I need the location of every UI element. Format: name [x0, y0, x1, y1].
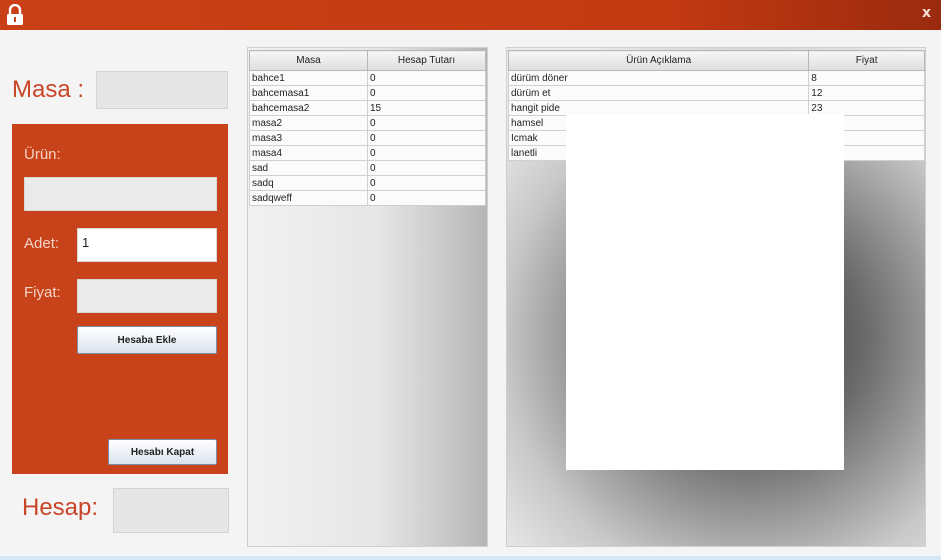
table-row[interactable]: sadqweff 0 — [249, 190, 486, 206]
table-cell-masa: bahcemasa1 — [249, 85, 368, 101]
table-cell-tutar: 0 — [367, 85, 486, 101]
table-cell-tutar: 0 — [367, 70, 486, 86]
close-bill-button[interactable]: Hesabı Kapat — [108, 439, 217, 465]
urun-field[interactable] — [24, 177, 217, 211]
products-grid-header: Ürün Açıklama Fiyat — [507, 50, 925, 71]
adet-label: Adet: — [24, 235, 60, 252]
table-cell-urun: dürüm döner — [507, 70, 810, 86]
masa-label: Masa : — [12, 76, 85, 103]
table-row[interactable]: dürüm döner 8 — [507, 70, 925, 86]
table-row[interactable]: bahcemasa2 15 — [249, 100, 486, 116]
table-cell-tutar: 15 — [367, 100, 486, 116]
table-row[interactable]: masa4 0 — [249, 145, 486, 161]
table-cell-tutar: 0 — [367, 190, 486, 206]
table-cell-urun: dürüm et — [507, 85, 810, 101]
tables-grid-panel: Masa Hesap Tutarı bahce1 0 bahcemasa1 0 ba… — [247, 47, 488, 547]
table-row[interactable]: masa2 0 — [249, 115, 486, 131]
masa-field[interactable] — [96, 71, 228, 109]
table-cell-tutar: 0 — [367, 115, 486, 131]
column-header-masa[interactable]: Masa — [249, 50, 368, 71]
table-cell-masa: sad — [249, 160, 368, 176]
adet-field[interactable]: 1 — [77, 228, 217, 262]
table-cell-masa: bahcemasa2 — [249, 100, 368, 116]
window-bottom-border — [0, 556, 941, 560]
table-row[interactable]: masa3 0 — [249, 130, 486, 146]
table-cell-masa: sadq — [249, 175, 368, 191]
table-cell-masa: bahce1 — [249, 70, 368, 86]
tables-grid-header: Masa Hesap Tutarı — [249, 50, 486, 71]
table-cell-fiyat: 8 — [808, 70, 925, 86]
table-cell-tutar: 0 — [367, 160, 486, 176]
table-cell-masa: masa3 — [249, 130, 368, 146]
table-cell-tutar: 0 — [367, 145, 486, 161]
table-row[interactable]: sadq 0 — [249, 175, 486, 191]
column-header-fiyat[interactable]: Fiyat — [808, 50, 925, 71]
add-to-bill-button[interactable]: Hesaba Ekle — [77, 326, 217, 354]
column-header-urun-aciklama[interactable]: Ürün Açıklama — [507, 50, 810, 71]
order-panel: Ürün: Adet: 1 Fiyat: Hesaba Ekle Hesabı … — [12, 124, 228, 474]
close-button[interactable]: x — [922, 5, 931, 21]
table-row[interactable]: sad 0 — [249, 160, 486, 176]
table-cell-masa: sadqweff — [249, 190, 368, 206]
fiyat-label: Fiyat: — [24, 284, 61, 301]
table-cell-masa: masa4 — [249, 145, 368, 161]
table-row[interactable]: bahcemasa1 0 — [249, 85, 486, 101]
lock-icon — [7, 4, 23, 25]
table-cell-tutar: 0 — [367, 175, 486, 191]
tables-grid: Masa Hesap Tutarı bahce1 0 bahcemasa1 0 ba… — [249, 50, 486, 206]
blank-overlay — [566, 114, 844, 470]
hesap-field — [113, 488, 229, 533]
title-bar: x — [0, 0, 941, 30]
table-cell-fiyat: 12 — [808, 85, 925, 101]
hesap-label: Hesap: — [22, 494, 99, 521]
table-cell-masa: masa2 — [249, 115, 368, 131]
urun-label: Ürün: — [24, 146, 61, 163]
table-cell-tutar: 0 — [367, 130, 486, 146]
table-row[interactable]: dürüm et 12 — [507, 85, 925, 101]
fiyat-field[interactable] — [77, 279, 217, 313]
table-row[interactable]: bahce1 0 — [249, 70, 486, 86]
column-header-hesap-tutari[interactable]: Hesap Tutarı — [367, 50, 486, 71]
